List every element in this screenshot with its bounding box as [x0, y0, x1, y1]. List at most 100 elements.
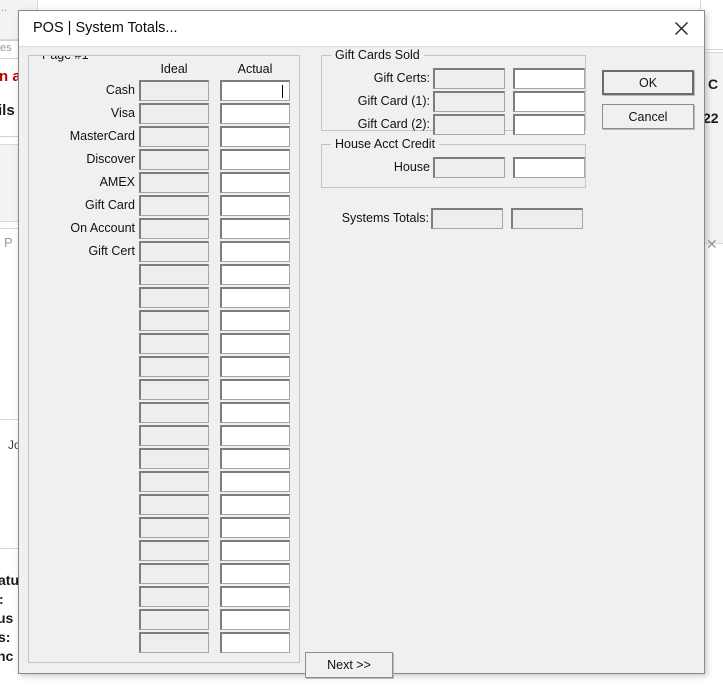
gift-row-label: Gift Card (1):	[357, 94, 430, 108]
ideal-field-row-5	[139, 172, 209, 193]
actual-field-row-1[interactable]	[220, 80, 290, 101]
column-header-actual: Actual	[237, 62, 273, 76]
bg-fragment-p: P	[4, 235, 13, 250]
ideal-field-row-23	[139, 586, 209, 607]
actual-field-row-6[interactable]	[220, 195, 290, 216]
row-label: Cash	[105, 83, 135, 97]
gift-ideal-field-3	[433, 114, 505, 135]
actual-field-row-20[interactable]	[220, 517, 290, 538]
actual-field-row-18[interactable]	[220, 471, 290, 492]
ideal-field-row-18	[139, 471, 209, 492]
actual-field-row-13[interactable]	[220, 356, 290, 377]
ideal-field-row-20	[139, 517, 209, 538]
actual-field-row-15[interactable]	[220, 402, 290, 423]
ideal-field-row-16	[139, 425, 209, 446]
dialog-client-area: Page #1 Ideal Actual Cash Visa MasterCard D…	[19, 47, 704, 678]
bg-fragment-us: us	[0, 610, 14, 626]
actual-field-row-8[interactable]	[220, 241, 290, 262]
ideal-field-row-14	[139, 379, 209, 400]
gift-cards-group-legend: Gift Cards Sold	[331, 48, 424, 62]
ideal-field-row-22	[139, 563, 209, 584]
ideal-field-row-9	[139, 264, 209, 285]
bg-close-icon: ✕	[706, 236, 718, 252]
house-ideal-field	[433, 157, 505, 178]
systems-totals-right-field	[511, 208, 583, 229]
gift-actual-field-2[interactable]	[513, 91, 585, 112]
dialog-title: POS | System Totals...	[33, 20, 178, 36]
bg-fragment-nc: nc	[0, 648, 14, 664]
actual-field-row-11[interactable]	[220, 310, 290, 331]
row-label: AMEX	[99, 175, 135, 189]
page1-group-legend: Page #1	[38, 56, 93, 62]
ideal-field-row-4	[139, 149, 209, 170]
ideal-field-row-17	[139, 448, 209, 469]
actual-field-row-3[interactable]	[220, 126, 290, 147]
actual-field-row-9[interactable]	[220, 264, 290, 285]
actual-field-row-10[interactable]	[220, 287, 290, 308]
bg-fragment-atu: atu	[0, 572, 19, 588]
close-icon[interactable]	[658, 11, 704, 46]
systems-totals-label: Systems Totals:	[341, 211, 429, 225]
gift-actual-field-3[interactable]	[513, 114, 585, 135]
gift-row-label: Gift Card (2):	[357, 117, 430, 131]
row-label: On Account	[70, 221, 135, 235]
ideal-field-row-15	[139, 402, 209, 423]
page1-group: Page #1 Ideal Actual Cash Visa MasterCard D…	[28, 55, 300, 663]
ideal-field-row-1	[139, 80, 209, 101]
actual-field-row-25[interactable]	[220, 632, 290, 653]
actual-field-row-24[interactable]	[220, 609, 290, 630]
row-label: Visa	[110, 106, 135, 120]
actual-field-row-4[interactable]	[220, 149, 290, 170]
ideal-field-row-13	[139, 356, 209, 377]
ideal-field-row-6	[139, 195, 209, 216]
row-label: Gift Card	[84, 198, 135, 212]
bg-fragment: ...	[0, 2, 8, 14]
ideal-field-row-3	[139, 126, 209, 147]
actual-field-row-22[interactable]	[220, 563, 290, 584]
actual-field-row-19[interactable]	[220, 494, 290, 515]
cancel-button[interactable]: Cancel	[602, 104, 694, 129]
bg-fragment-c: C	[708, 76, 719, 92]
gift-cards-sold-group: Gift Cards Sold Gift Certs: Gift Card (1)…	[321, 48, 586, 135]
actual-field-row-12[interactable]	[220, 333, 290, 354]
actual-field-row-16[interactable]	[220, 425, 290, 446]
gift-actual-field-1[interactable]	[513, 68, 585, 89]
row-label: Gift Cert	[88, 244, 135, 258]
bg-fragment-s: s:	[0, 629, 11, 645]
bg-fragment-es: es	[0, 42, 12, 54]
actual-field-row-21[interactable]	[220, 540, 290, 561]
ideal-field-row-8	[139, 241, 209, 262]
gift-ideal-field-2	[433, 91, 505, 112]
system-totals-dialog: POS | System Totals... Page #1 Ideal Act…	[18, 10, 705, 678]
ideal-field-row-10	[139, 287, 209, 308]
actual-field-row-5[interactable]	[220, 172, 290, 193]
row-label: MasterCard	[69, 129, 135, 143]
actual-field-row-14[interactable]	[220, 379, 290, 400]
gift-row-label: Gift Certs:	[373, 71, 430, 85]
actual-field-row-7[interactable]	[220, 218, 290, 239]
ideal-field-row-21	[139, 540, 209, 561]
ok-button[interactable]: OK	[602, 70, 694, 95]
house-row-label: House	[393, 160, 430, 174]
ideal-field-row-2	[139, 103, 209, 124]
house-actual-field[interactable]	[513, 157, 585, 178]
systems-totals-left-field	[431, 208, 503, 229]
gift-ideal-field-1	[433, 68, 505, 89]
house-acct-credit-group: House Acct Credit House	[321, 137, 586, 188]
bg-fragment-ils: ils	[0, 102, 15, 119]
next-button[interactable]: Next >>	[305, 652, 393, 678]
bg-fragment-colon: :	[0, 591, 4, 607]
actual-field-row-2[interactable]	[220, 103, 290, 124]
dialog-titlebar: POS | System Totals...	[19, 11, 704, 47]
bg-fragment-22: 22	[703, 110, 719, 126]
ideal-field-row-11	[139, 310, 209, 331]
actual-field-row-17[interactable]	[220, 448, 290, 469]
ideal-field-row-24	[139, 609, 209, 630]
ideal-field-row-25	[139, 632, 209, 653]
actual-field-row-23[interactable]	[220, 586, 290, 607]
ideal-field-row-19	[139, 494, 209, 515]
house-group-legend: House Acct Credit	[331, 137, 440, 151]
bg-subwindow	[0, 228, 20, 420]
ideal-field-row-12	[139, 333, 209, 354]
text-cursor	[282, 85, 283, 98]
